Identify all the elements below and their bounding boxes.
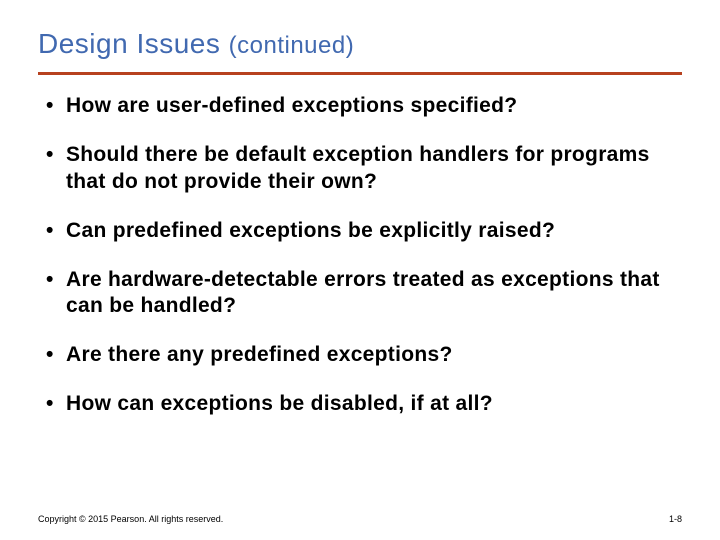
title-rule	[38, 72, 682, 75]
page-number: 1-8	[669, 514, 682, 524]
slide: Design Issues (continued) How are user-d…	[0, 0, 720, 540]
bullet-list: How are user-defined exceptions specifie…	[38, 93, 682, 418]
title-sub: (continued)	[229, 32, 355, 59]
list-item: Can predefined exceptions be explicitly …	[66, 218, 668, 245]
copyright: Copyright © 2015 Pearson. All rights res…	[38, 514, 223, 524]
footer: Copyright © 2015 Pearson. All rights res…	[38, 514, 682, 524]
title-main: Design Issues	[38, 28, 229, 59]
list-item: How are user-defined exceptions specifie…	[66, 93, 668, 120]
list-item: Are hardware-detectable errors treated a…	[66, 267, 668, 321]
list-item: Are there any predefined exceptions?	[66, 342, 668, 369]
list-item: Should there be default exception handle…	[66, 142, 668, 196]
list-item: How can exceptions be disabled, if at al…	[66, 391, 668, 418]
slide-title: Design Issues (continued)	[38, 28, 682, 60]
